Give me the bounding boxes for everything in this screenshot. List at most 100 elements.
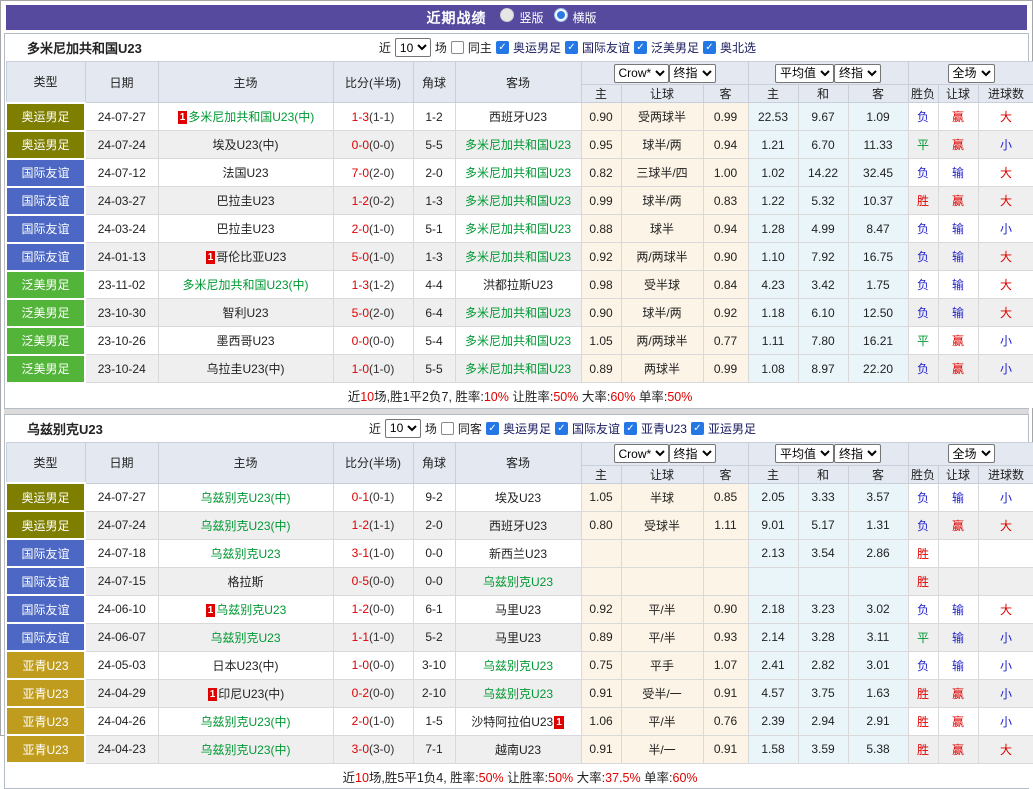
corner-cell: 3-10 — [413, 651, 455, 679]
corner-cell: 5-4 — [413, 327, 455, 355]
goals-result-cell — [978, 567, 1033, 595]
home-team-name: 乌拉圭U23(中) — [206, 362, 284, 376]
away-team-cell: 多米尼加共和国U23 — [455, 327, 581, 355]
bookmaker-select[interactable]: Crow* — [614, 444, 669, 463]
same-venue-checkbox[interactable] — [451, 41, 464, 54]
avg-home-odds-cell: 2.14 — [748, 623, 798, 651]
avg-away-odds-cell: 22.20 — [848, 355, 908, 383]
odds-stage-select[interactable]: 终指 — [669, 64, 716, 83]
league-cell: 国际友谊 — [6, 595, 85, 623]
goals-result-cell: 大 — [978, 103, 1033, 131]
layout-radio-vertical[interactable] — [500, 8, 514, 22]
league-checkbox-label: 泛美男足 — [651, 39, 699, 56]
handicap-away-odds-cell: 0.99 — [703, 355, 748, 383]
summary-text: 50% — [553, 390, 578, 404]
recent-count-select[interactable]: 10 — [395, 38, 431, 57]
league-checkbox[interactable]: ✓ — [634, 41, 647, 54]
handicap-result-cell — [938, 539, 978, 567]
away-team-cell: 多米尼加共和国U23 — [455, 187, 581, 215]
league-cell: 泛美男足 — [6, 271, 85, 299]
league-checkbox[interactable]: ✓ — [555, 422, 568, 435]
handicap-away-odds-cell: 0.91 — [703, 679, 748, 707]
avg-draw-odds-cell: 4.99 — [798, 215, 848, 243]
handicap-home-odds-cell — [581, 539, 621, 567]
avg-draw-odds-cell: 6.10 — [798, 299, 848, 327]
match-row: 奥运男足24-07-271多米尼加共和国U23(中)1-3(1-1)1-2西班牙… — [6, 103, 1033, 131]
sub-column-header: 主 — [748, 85, 798, 103]
league-checkbox[interactable]: ✓ — [496, 41, 509, 54]
match-row: 国际友谊24-06-07乌兹别克U231-1(1-0)5-2马里U230.89平… — [6, 623, 1033, 651]
average-select[interactable]: 平均值 — [775, 444, 834, 463]
handicap-home-odds-cell: 0.90 — [581, 299, 621, 327]
home-team-name: 乌兹别克U23 — [210, 631, 280, 645]
league-checkbox[interactable]: ✓ — [691, 422, 704, 435]
match-row: 泛美男足23-10-30智利U235-0(2-0)6-4多米尼加共和国U230.… — [6, 299, 1033, 327]
avg-home-odds-cell: 1.10 — [748, 243, 798, 271]
avg-away-odds-cell: 8.47 — [848, 215, 908, 243]
avg-draw-odds-cell — [798, 567, 848, 595]
date-cell: 24-07-24 — [85, 131, 158, 159]
odds-stage-select-2[interactable]: 终指 — [834, 444, 881, 463]
column-header: 类型 — [6, 442, 85, 483]
bookmaker-select[interactable]: Crow* — [614, 64, 669, 83]
recent-count-select[interactable]: 10 — [385, 419, 421, 438]
score-cell: 0-0(0-0) — [333, 131, 413, 159]
win-lose-result-cell: 负 — [908, 511, 938, 539]
goals-result-cell: 小 — [978, 215, 1033, 243]
league-checkbox-label: 国际友谊 — [582, 39, 630, 56]
corner-cell: 5-2 — [413, 623, 455, 651]
avg-home-odds-cell: 9.01 — [748, 511, 798, 539]
home-team-name: 巴拉圭U23 — [216, 194, 274, 208]
fulltime-score: 1-3 — [352, 110, 369, 124]
match-row: 亚青U2324-04-26乌兹别克U23(中)2-0(1-0)1-5沙特阿拉伯U… — [6, 707, 1033, 735]
odds-stage-select-2[interactable]: 终指 — [834, 64, 881, 83]
league-checkbox-label: 奥运男足 — [503, 420, 551, 437]
avg-away-odds-cell: 3.11 — [848, 623, 908, 651]
avg-draw-odds-cell: 2.82 — [798, 651, 848, 679]
sub-column-header: 主 — [581, 85, 621, 103]
average-select[interactable]: 平均值 — [775, 64, 834, 83]
goals-result-cell: 小 — [978, 355, 1033, 383]
league-checkbox[interactable]: ✓ — [624, 422, 637, 435]
fulltime-score: 1-0 — [352, 658, 369, 672]
same-venue-checkbox[interactable] — [441, 422, 454, 435]
handicap-result-cell: 赢 — [938, 327, 978, 355]
home-team-name: 乌兹别克U23(中) — [200, 519, 290, 533]
handicap-away-odds-cell: 0.94 — [703, 215, 748, 243]
date-cell: 24-04-23 — [85, 735, 158, 763]
corner-cell: 2-0 — [413, 159, 455, 187]
home-team-name: 法国U23 — [222, 166, 268, 180]
sub-column-header: 主 — [581, 465, 621, 483]
goals-result-cell: 小 — [978, 679, 1033, 707]
win-lose-result-cell: 负 — [908, 159, 938, 187]
avg-draw-odds-cell: 3.75 — [798, 679, 848, 707]
goals-result-cell: 小 — [978, 483, 1033, 511]
win-lose-result-cell: 负 — [908, 243, 938, 271]
corner-cell: 2-10 — [413, 679, 455, 707]
column-header: 主场 — [158, 62, 333, 103]
league-checkbox[interactable]: ✓ — [703, 41, 716, 54]
odds-stage-select[interactable]: 终指 — [669, 444, 716, 463]
league-checkbox[interactable]: ✓ — [565, 41, 578, 54]
avg-home-odds-cell: 2.39 — [748, 707, 798, 735]
fulltime-score: 1-3 — [352, 278, 369, 292]
match-period-select[interactable]: 全场 — [948, 444, 995, 463]
match-row: 亚青U2324-04-23乌兹别克U23(中)3-0(3-0)7-1越南U230… — [6, 735, 1033, 763]
goals-result-cell: 大 — [978, 511, 1033, 539]
avg-away-odds-cell: 5.38 — [848, 735, 908, 763]
page: 近期战绩 竖版横版 多米尼加共和国U23近10场同主✓奥运男足✓国际友谊✓泛美男… — [0, 0, 1033, 736]
halftime-score: (1-0) — [369, 362, 394, 376]
date-cell: 24-07-24 — [85, 511, 158, 539]
home-team-cell: 1哥伦比亚U23 — [158, 243, 333, 271]
goals-result-cell: 大 — [978, 159, 1033, 187]
win-lose-result-cell: 负 — [908, 271, 938, 299]
match-period-select[interactable]: 全场 — [948, 64, 995, 83]
summary-cell: 近10场,胜1平2负7, 胜率:10% 让胜率:50% 大率:60% 单率:50… — [6, 383, 1033, 408]
layout-radio-horizontal[interactable] — [554, 8, 568, 22]
home-team-cell: 多米尼加共和国U23(中) — [158, 271, 333, 299]
win-lose-result-cell: 负 — [908, 651, 938, 679]
avg-home-odds-cell: 22.53 — [748, 103, 798, 131]
home-team-cell: 格拉斯 — [158, 567, 333, 595]
corner-cell: 1-5 — [413, 707, 455, 735]
league-checkbox[interactable]: ✓ — [486, 422, 499, 435]
